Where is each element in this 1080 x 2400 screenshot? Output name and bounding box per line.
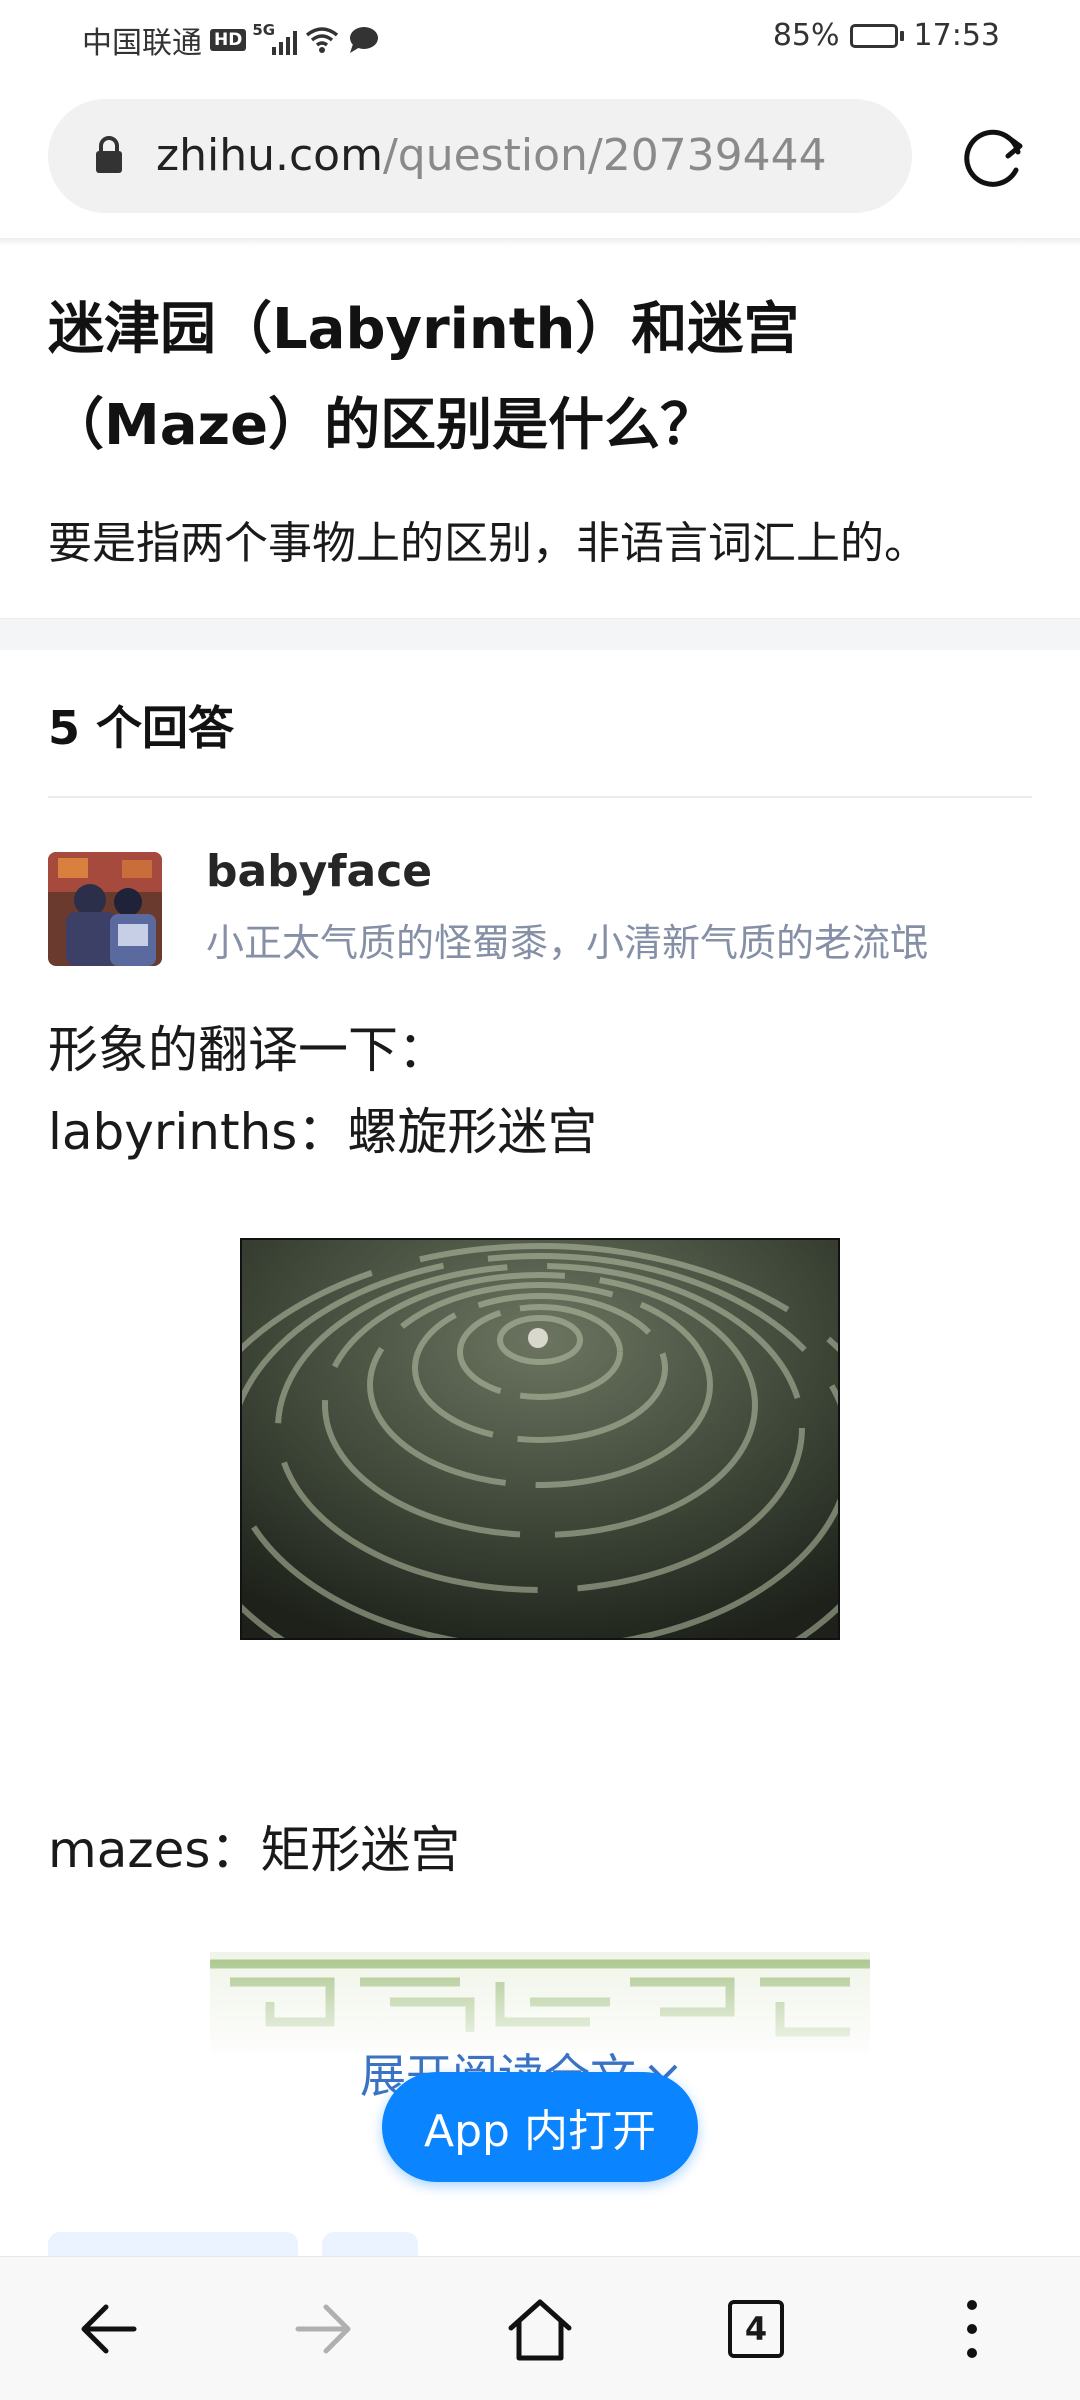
signal-icon: 5G bbox=[252, 21, 298, 55]
divider bbox=[48, 796, 1032, 798]
topic-tag[interactable] bbox=[48, 2232, 298, 2256]
reload-icon[interactable] bbox=[958, 122, 1030, 194]
status-bar: 中国联通 HD 5G 85% 17:53 bbox=[0, 0, 1080, 72]
more-menu-button[interactable] bbox=[900, 2257, 1044, 2400]
status-left: 中国联通 HD 5G bbox=[82, 18, 379, 62]
open-in-app-button[interactable]: App 内打开 bbox=[382, 2072, 698, 2182]
answer-paragraph: labyrinths：螺旋形迷宫 bbox=[48, 1103, 598, 1161]
address-bar[interactable]: zhihu.com/question/20739444 bbox=[48, 99, 912, 213]
network-type-label: 5G bbox=[252, 21, 276, 39]
wifi-icon bbox=[306, 27, 339, 53]
browser-toolbar: zhihu.com/question/20739444 bbox=[0, 72, 1080, 240]
arrow-left-icon bbox=[81, 2304, 137, 2354]
author-bio: 小正太气质的怪蜀黍，小清新气质的老流氓 bbox=[206, 921, 929, 965]
clock: 17:53 bbox=[913, 18, 1000, 53]
home-button[interactable] bbox=[468, 2257, 612, 2400]
forward-button[interactable] bbox=[252, 2257, 396, 2400]
tab-count: 4 bbox=[728, 2300, 784, 2358]
lock-icon bbox=[96, 136, 122, 173]
circular-maze-image[interactable] bbox=[240, 1238, 840, 1640]
tabs-button[interactable]: 4 bbox=[684, 2257, 828, 2400]
url-domain: zhihu.com bbox=[156, 130, 383, 181]
home-icon bbox=[508, 2299, 572, 2361]
hd-badge: HD bbox=[210, 29, 247, 51]
answer-paragraph: mazes：矩形迷宫 bbox=[48, 1821, 461, 1879]
author-name[interactable]: babyface bbox=[206, 846, 432, 897]
topic-tag[interactable] bbox=[322, 2232, 418, 2256]
message-icon bbox=[350, 27, 379, 53]
battery-percent: 85% bbox=[772, 18, 840, 53]
answer-paragraph: 形象的翻译一下： bbox=[48, 1021, 448, 1079]
arrow-right-icon bbox=[295, 2304, 351, 2354]
section-separator bbox=[0, 618, 1080, 650]
answer-count: 5 个回答 bbox=[48, 701, 235, 755]
status-right: 85% 17:53 bbox=[773, 18, 1000, 53]
carrier-label: 中国联通 bbox=[82, 26, 202, 61]
question-description: 要是指两个事物上的区别，非语言词汇上的。 bbox=[48, 518, 928, 569]
more-vertical-icon bbox=[967, 2300, 977, 2358]
url-text: zhihu.com/question/20739444 bbox=[156, 99, 827, 213]
back-button[interactable] bbox=[36, 2257, 180, 2400]
avatar[interactable] bbox=[48, 852, 162, 966]
header-divider bbox=[0, 238, 1080, 246]
url-path: /question/20739444 bbox=[382, 130, 827, 181]
browser-bottom-nav: 4 bbox=[0, 2256, 1080, 2400]
question-title[interactable]: 迷津园（Labyrinth）和迷宫（Maze）的区别是什么？ bbox=[48, 282, 1032, 474]
avatar-image bbox=[48, 852, 162, 966]
battery-icon bbox=[849, 23, 904, 48]
